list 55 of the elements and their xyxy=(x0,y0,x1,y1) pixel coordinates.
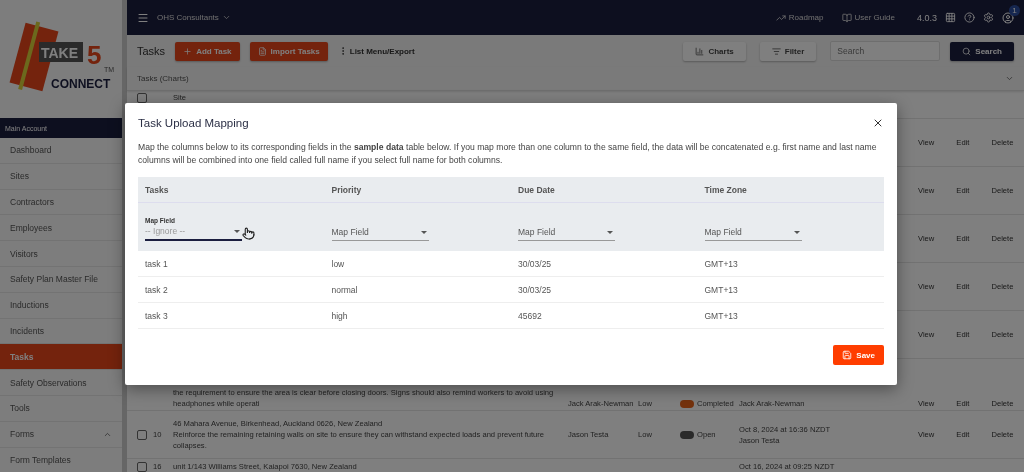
page-title: Tasks xyxy=(137,45,166,57)
plus-icon xyxy=(183,46,193,56)
checkbox[interactable] xyxy=(137,462,147,472)
dialog-title: Task Upload Mapping xyxy=(138,117,249,129)
add-task-button[interactable]: Add Task xyxy=(175,41,240,61)
table-cell: task 2 xyxy=(138,277,325,303)
search-icon xyxy=(962,46,972,56)
dialog-description: Map the columns below to its corresponding fields in the sample data table below. If you map more than one column to the same field, the data will be concatenated e.g. first name and last name columns will be combined into one field called full name if you select full name for both columns. xyxy=(138,141,878,167)
column-header: Due Date xyxy=(511,177,698,203)
import-tasks-button[interactable]: Import Tasks xyxy=(249,41,328,61)
search-field[interactable]: Search xyxy=(830,41,941,61)
search-button[interactable]: Search xyxy=(950,41,1014,61)
apps-grid-icon[interactable] xyxy=(945,12,956,23)
table-cell: GMT+13 xyxy=(697,251,884,277)
bar-chart-icon xyxy=(695,46,705,56)
pointer-cursor-icon xyxy=(242,227,255,240)
charts-button[interactable]: Charts xyxy=(683,41,746,61)
document-icon xyxy=(257,46,267,56)
table-cell: low xyxy=(324,251,511,277)
sidebar-item[interactable]: Tasks xyxy=(0,344,122,371)
close-button[interactable] xyxy=(872,117,884,129)
sidebar-item-label: Forms xyxy=(10,429,35,440)
close-icon xyxy=(872,117,884,129)
notification-badge: 1 xyxy=(1009,4,1020,16)
table-cell: task 3 xyxy=(138,303,325,329)
charts-panel-header[interactable]: Tasks (Charts) xyxy=(127,67,1024,91)
table-cell: normal xyxy=(324,277,511,303)
user-guide-link[interactable]: User Guide xyxy=(841,12,895,23)
table-cell: task 1 xyxy=(138,251,325,277)
column-header: Tasks xyxy=(138,177,325,203)
caret-icon xyxy=(221,13,231,22)
status-toggle[interactable] xyxy=(680,430,694,439)
account-icon[interactable] xyxy=(1002,11,1014,24)
trend-line-icon xyxy=(775,12,786,23)
table-cell: high xyxy=(324,303,511,329)
settings-icon[interactable] xyxy=(983,12,994,23)
table-cell: 45692 xyxy=(511,303,698,329)
table-cell: 30/03/25 xyxy=(511,251,698,277)
book-icon xyxy=(841,12,852,23)
menu-icon[interactable] xyxy=(137,11,149,24)
company-selector[interactable]: OHS Consultants xyxy=(157,13,231,22)
filter-icon xyxy=(771,46,781,56)
table-cell: GMT+13 xyxy=(697,303,884,329)
table-cell: 30/03/25 xyxy=(511,277,698,303)
table-cell: GMT+13 xyxy=(697,277,884,303)
status-toggle[interactable] xyxy=(680,399,694,408)
version-label: 4.0.3 xyxy=(916,12,937,23)
list-menu-button[interactable]: List Menu/Export xyxy=(337,46,415,56)
column-header: Priority xyxy=(324,177,511,203)
help-icon[interactable] xyxy=(964,12,975,23)
roadmap-link[interactable]: Roadmap xyxy=(775,12,824,23)
filter-button[interactable]: Filter xyxy=(759,41,817,61)
save-button[interactable]: Save xyxy=(833,345,884,365)
checkbox[interactable] xyxy=(137,429,147,440)
column-header: Time Zone xyxy=(697,177,884,203)
